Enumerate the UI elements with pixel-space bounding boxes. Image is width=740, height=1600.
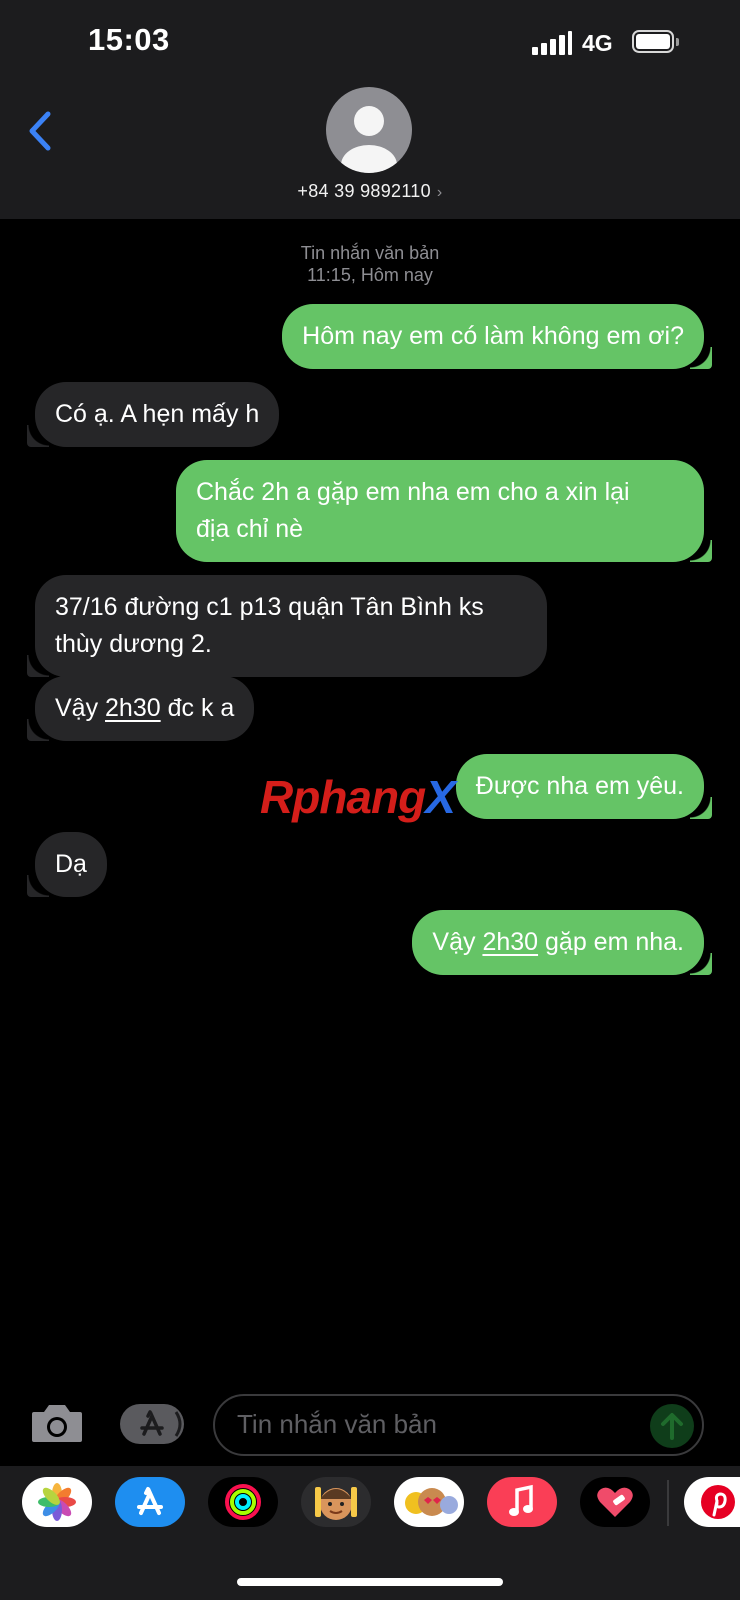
arrow-up-icon [661,1413,683,1440]
detected-time-link[interactable]: 2h30 [105,694,161,722]
message-input-placeholder: Tin nhắn văn bản [237,1409,437,1439]
back-chevron-icon[interactable] [26,110,56,152]
message-text: đc k a [160,694,235,722]
message-text-line: Chắc 2h a gặp em nha em cho a xin lại [196,478,630,506]
send-button[interactable] [650,1404,694,1448]
photos-icon[interactable] [22,1477,92,1527]
memoji-icon[interactable] [301,1477,371,1527]
message-bubble-incoming[interactable]: Vậy 2h30 đc k a [26,676,255,741]
music-icon[interactable] [487,1477,557,1527]
home-indicator[interactable] [237,1578,503,1586]
chevron-right-icon: › [436,184,443,201]
cellular-signal-icon [532,31,572,55]
message-text-line: địa chỉ nè [196,515,304,543]
message-bubble-outgoing[interactable]: Vậy 2h30 gặp em nha. [412,910,712,975]
message-bubble-incoming[interactable]: Dạ [27,832,107,897]
message-bubble-incoming[interactable]: 37/16 đường c1 p13 quận Tân Bình ks thùy… [27,575,547,677]
watermark-logo: RphangX [260,771,456,823]
detected-time-link[interactable]: 2h30 [482,928,538,956]
battery-icon [632,30,680,55]
message-text: Vậy [432,928,483,956]
message-text: Được nha em yêu. [475,772,684,800]
contact-number: +84 39 9892110 [297,181,431,201]
message-text-line: 37/16 đường c1 p13 quận Tân Bình ks [55,593,484,621]
heart-app-icon[interactable] [580,1477,650,1527]
network-type: 4G [582,30,613,56]
message-text: Dạ [55,850,87,878]
message-bubble-incoming[interactable]: Có ạ. A hẹn mấy h [26,382,280,447]
pinterest-icon[interactable] [684,1477,740,1527]
activity-icon[interactable] [208,1477,278,1527]
contact-avatar[interactable] [326,87,412,173]
camera-icon[interactable] [30,1402,84,1444]
message-bubble-outgoing[interactable]: Hôm nay em có làm không em ơi? [282,304,712,369]
animoji-icon[interactable] [394,1477,464,1527]
message-type-label: Tin nhắn văn bản [300,243,440,263]
message-text-line: thùy dương 2. [55,630,212,658]
drawer-divider [667,1480,669,1526]
app-store-apps-button[interactable] [120,1404,184,1444]
message-text: Vậy [55,694,106,722]
message-bubble-outgoing[interactable]: Chắc 2h a gặp em nha em cho a xin lại đị… [176,460,712,562]
message-text: Có ạ. A hẹn mấy h [55,400,260,428]
message-text: gặp em nha. [538,928,684,956]
status-time: 15:03 [88,22,170,57]
message-bubble-outgoing[interactable]: Được nha em yêu. [455,754,713,819]
contact-name[interactable]: +84 39 9892110 › [0,181,740,202]
app-store-icon[interactable] [115,1477,185,1527]
message-timestamp: 11:15, Hôm nay [307,265,433,285]
message-text: Hôm nay em có làm không em ơi? [302,322,684,350]
